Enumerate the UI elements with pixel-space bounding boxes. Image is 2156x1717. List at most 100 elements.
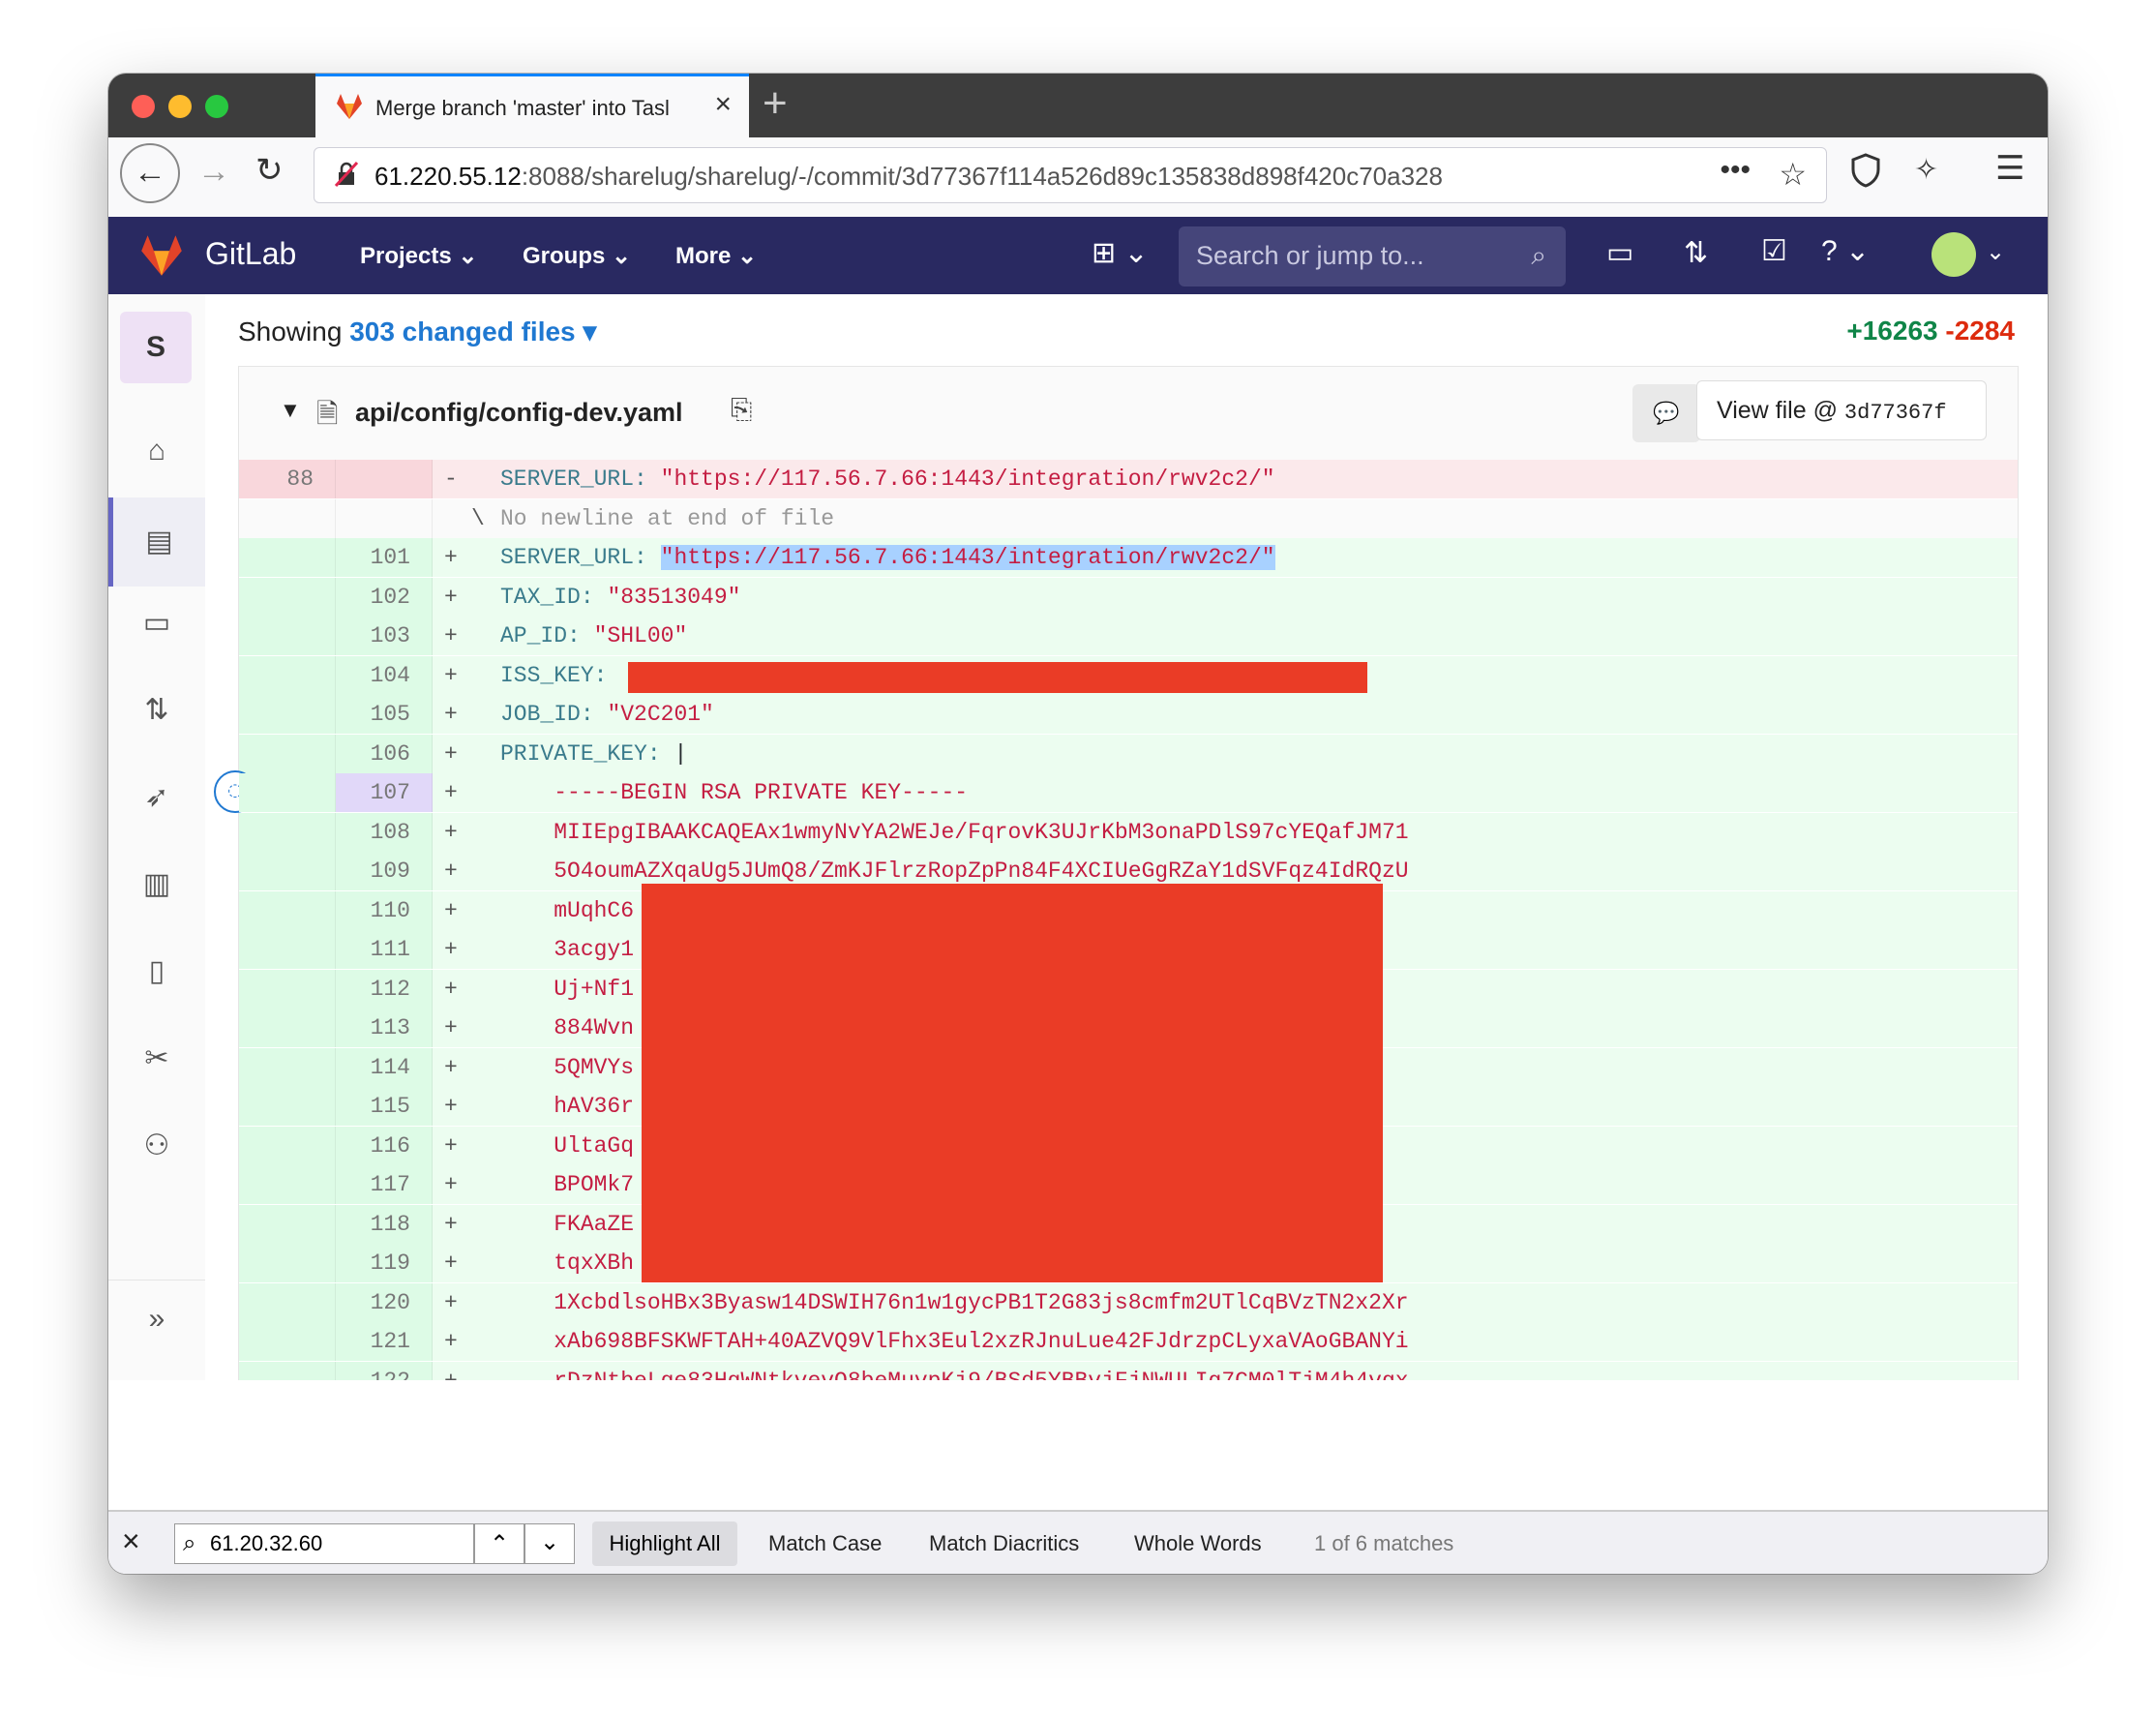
menu-groups[interactable]: Groups ⌄ [523,242,631,270]
new-line-number[interactable]: 103 [336,617,433,655]
new-item-plus-icon[interactable]: ⊞ ⌄ [1092,236,1149,270]
close-findbar-icon[interactable]: × [122,1523,140,1559]
old-line-number[interactable] [239,1322,336,1361]
old-line-number[interactable] [239,617,336,655]
url-bar[interactable]: 61.220.55.12:8088/sharelug/sharelug/-/co… [314,147,1827,203]
new-line-number[interactable]: 111 [336,930,433,969]
file-path[interactable]: api/config/config-dev.yaml [355,398,683,428]
copy-path-clipboard-icon[interactable]: ⎘ [731,394,752,426]
sidebar-issues-icon[interactable]: ▭ [108,585,205,662]
old-line-number[interactable] [239,1244,336,1282]
old-line-number[interactable] [239,852,336,890]
collapse-caret-icon[interactable]: ▼ [280,398,301,423]
whole-words-toggle[interactable]: Whole Words [1134,1531,1262,1556]
new-line-number[interactable]: 101 [336,538,433,577]
global-search[interactable]: Search or jump to... ⌕ [1179,226,1566,286]
old-line-number[interactable] [239,1087,336,1126]
new-line-number[interactable]: 114 [336,1047,433,1087]
find-next-button[interactable]: ⌄ [524,1523,575,1564]
menu-more[interactable]: More ⌄ [675,242,757,270]
shield-icon[interactable] [1850,153,1881,193]
search-input[interactable]: Search or jump to... [1196,241,1424,271]
old-line-number[interactable] [239,1282,336,1322]
new-line-number[interactable]: 116 [336,1126,433,1165]
extension-icon[interactable]: ✧ [1914,153,1938,187]
chevron-down-icon[interactable]: ⌄ [1986,238,2005,266]
sidebar-snippets-scissors-icon[interactable]: ✂ [108,1020,205,1098]
sidebar-home-icon[interactable]: ⌂ [108,412,205,490]
old-line-number[interactable] [239,655,336,695]
old-line-number[interactable] [239,695,336,734]
new-line-number[interactable]: 110 [336,890,433,930]
issues-icon[interactable]: ▭ [1606,236,1633,270]
project-avatar[interactable]: S [120,312,192,383]
old-line-number[interactable] [239,1165,336,1204]
old-line-number[interactable] [239,930,336,969]
sidebar-wiki-icon[interactable]: ▯ [108,933,205,1010]
zoom-window-button[interactable] [205,95,228,118]
highlight-all-toggle[interactable]: Highlight All [592,1521,737,1566]
sidebar-analytics-icon[interactable]: ▥ [108,846,205,923]
new-line-number[interactable]: 118 [336,1204,433,1244]
bookmark-star-icon[interactable]: ☆ [1779,156,1807,193]
changed-files-dropdown[interactable]: 303 changed files ▾ [349,316,596,346]
old-line-number[interactable] [239,1361,336,1380]
sidebar-merge-requests-icon[interactable]: ⇅ [108,672,205,749]
back-button[interactable]: ← [120,143,180,203]
gitlab-brand[interactable]: GitLab [205,236,296,272]
menu-icon[interactable]: ☰ [1995,149,2024,188]
close-window-button[interactable] [132,95,155,118]
toggle-comments-button[interactable]: 💬 [1632,384,1700,442]
new-line-number[interactable] [336,498,433,538]
old-line-number[interactable]: 88 [239,460,336,498]
page-actions-icon[interactable]: ••• [1720,154,1751,187]
view-file-button[interactable]: View file @ 3d77367f [1696,380,1987,440]
new-line-number[interactable]: 106 [336,734,433,773]
sidebar-cicd-rocket-icon[interactable]: ➶ [108,759,205,836]
new-line-number[interactable]: 102 [336,577,433,617]
new-line-number[interactable]: 107 [336,773,433,812]
forward-button[interactable]: → [197,153,230,191]
old-line-number[interactable] [239,969,336,1009]
old-line-number[interactable] [239,498,336,538]
close-tab-icon[interactable]: × [714,88,732,121]
old-line-number[interactable] [239,1126,336,1165]
new-line-number[interactable]: 108 [336,812,433,852]
old-line-number[interactable] [239,538,336,577]
old-line-number[interactable] [239,1009,336,1047]
old-line-number[interactable] [239,812,336,852]
menu-projects[interactable]: Projects ⌄ [360,242,478,270]
new-line-number[interactable]: 120 [336,1282,433,1322]
sidebar-members-icon[interactable]: ⚇ [108,1107,205,1185]
old-line-number[interactable] [239,577,336,617]
old-line-number[interactable] [239,773,336,812]
new-line-number[interactable]: 112 [336,969,433,1009]
new-line-number[interactable]: 113 [336,1009,433,1047]
sidebar-collapse-icon[interactable]: » [108,1280,205,1358]
new-line-number[interactable]: 104 [336,655,433,695]
match-case-toggle[interactable]: Match Case [768,1531,882,1556]
new-line-number[interactable]: 122 [336,1361,433,1380]
old-line-number[interactable] [239,890,336,930]
old-line-number[interactable] [239,1204,336,1244]
old-line-number[interactable] [239,1047,336,1087]
gitlab-logo-icon[interactable] [137,232,186,284]
new-line-number[interactable]: 105 [336,695,433,734]
todos-icon[interactable]: ☑ [1761,234,1787,268]
match-diacritics-toggle[interactable]: Match Diacritics [929,1531,1079,1556]
minimize-window-button[interactable] [168,95,192,118]
new-line-number[interactable]: 115 [336,1087,433,1126]
reload-button[interactable]: ↻ [255,151,284,190]
new-line-number[interactable] [336,460,433,498]
browser-tab[interactable]: Merge branch 'master' into Tasl × [315,74,749,137]
find-previous-button[interactable]: ⌃ [474,1523,524,1564]
new-line-number[interactable]: 109 [336,852,433,890]
new-line-number[interactable]: 117 [336,1165,433,1204]
new-line-number[interactable]: 119 [336,1244,433,1282]
old-line-number[interactable] [239,734,336,773]
find-input[interactable]: ⌕ 61.20.32.60 [174,1523,474,1564]
sidebar-repository-icon[interactable]: ▤ [108,497,205,587]
user-avatar[interactable] [1931,232,1976,277]
help-icon[interactable]: ? ⌄ [1821,234,1870,268]
new-tab-button[interactable]: + [763,79,788,128]
